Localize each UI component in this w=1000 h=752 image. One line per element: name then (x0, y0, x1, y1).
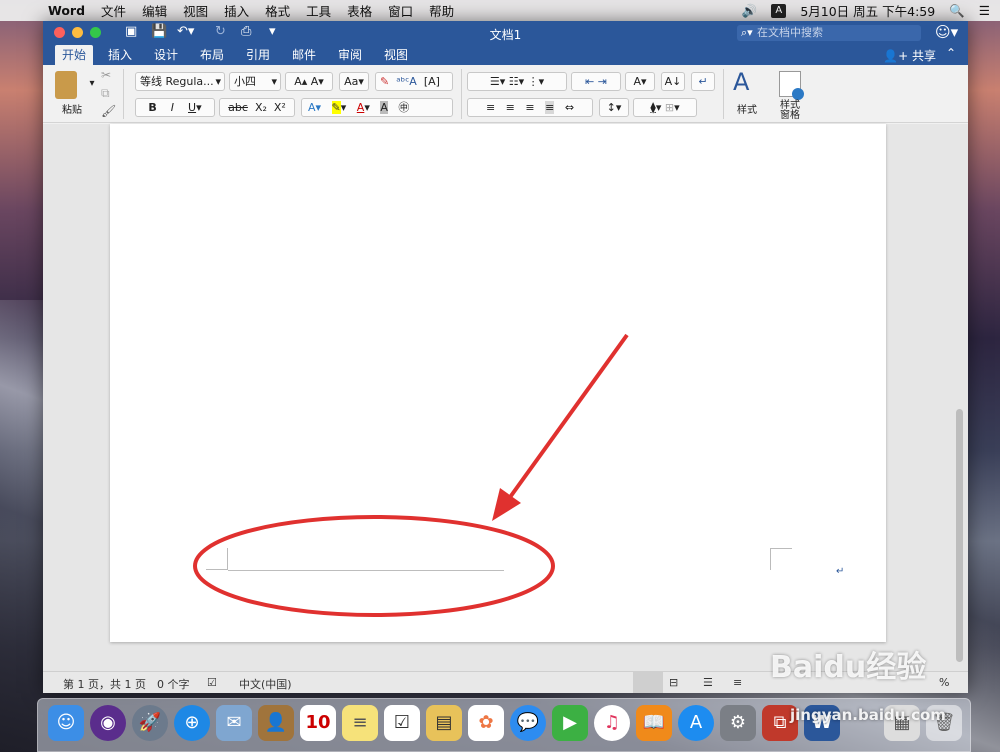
contacts-icon[interactable]: 👤 (258, 705, 294, 741)
reminders-icon[interactable]: ☑ (384, 705, 420, 741)
messages-icon[interactable]: 💬 (510, 705, 546, 741)
baidu-watermark-url: jingyan.baidu.com (790, 706, 946, 724)
annotation-arrow-shaft (506, 333, 629, 502)
ibooks-icon[interactable]: 📖 (636, 705, 672, 741)
annotation-overlay (193, 333, 629, 617)
system-preferences-icon[interactable]: ⚙ (720, 705, 756, 741)
calendar-icon[interactable]: 10 (300, 705, 336, 741)
safari-icon[interactable]: ⊕ (174, 705, 210, 741)
mail-icon[interactable]: ✉ (216, 705, 252, 741)
annotation-red-circle (193, 515, 555, 617)
siri-icon[interactable]: ◉ (90, 705, 126, 741)
annotation-arrow-head (492, 488, 521, 521)
app-store-icon[interactable]: A (678, 705, 714, 741)
launchpad-icon[interactable]: 🚀 (132, 705, 168, 741)
itunes-icon[interactable]: ♫ (594, 705, 630, 741)
notes-icon[interactable]: ≡ (342, 705, 378, 741)
facetime-icon[interactable]: ▶ (552, 705, 588, 741)
photo-booth-icon[interactable]: ▤ (426, 705, 462, 741)
baidu-watermark: Baidu经验 (770, 650, 927, 685)
finder-icon[interactable]: ☺ (48, 705, 84, 741)
photos-icon[interactable]: ✿ (468, 705, 504, 741)
